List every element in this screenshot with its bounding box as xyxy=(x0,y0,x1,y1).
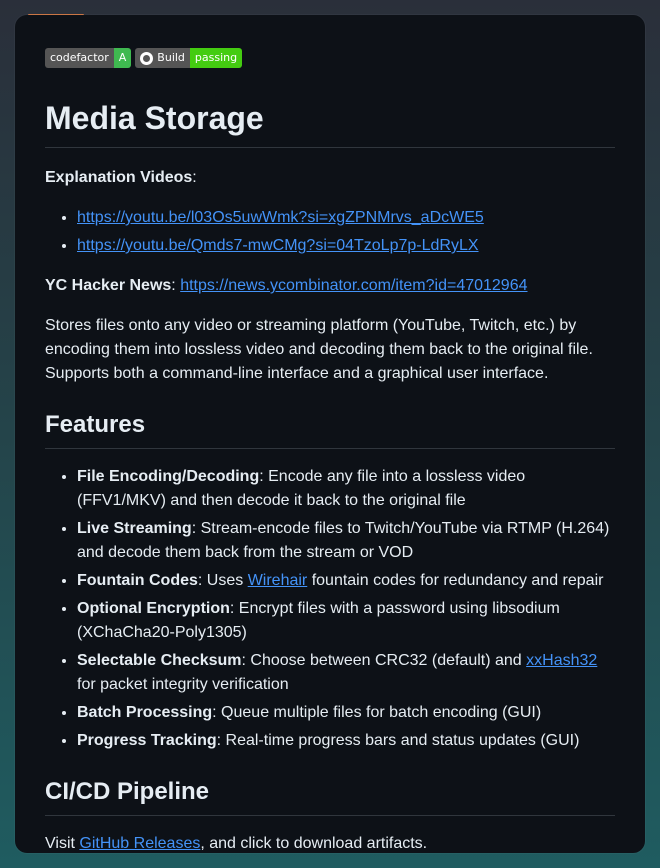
codefactor-badge[interactable]: codefactor A xyxy=(45,48,132,68)
feature-title: Batch Processing xyxy=(77,704,213,721)
feature-item: File Encoding/Decoding: Encode any file … xyxy=(77,465,615,513)
badge-label: codefactor xyxy=(45,48,114,68)
cicd-heading: CI/CD Pipeline xyxy=(45,777,615,816)
feature-text: : Real-time progress bars and status upd… xyxy=(216,732,580,749)
yc-label: YC Hacker News xyxy=(45,277,172,294)
build-badge[interactable]: Build passing xyxy=(135,48,243,68)
video-link-2[interactable]: https://youtu.be/Qmds7-mwCMg?si=04TzoLp7… xyxy=(77,237,479,254)
explanation-videos-label: Explanation Videos: xyxy=(45,166,615,190)
feature-text: : Uses xyxy=(197,572,248,589)
github-icon xyxy=(140,51,154,65)
list-item: https://youtu.be/l03Os5uwWmk?si=xgZPNMrv… xyxy=(77,206,615,230)
feature-item: Optional Encryption: Encrypt files with … xyxy=(77,597,615,645)
cicd-post: , and click to download artifacts. xyxy=(200,835,428,852)
yc-hacker-news-line: YC Hacker News: https://news.ycombinator… xyxy=(45,274,615,298)
feature-text: for packet integrity verification xyxy=(77,676,289,693)
wirehair-link[interactable]: Wirehair xyxy=(248,572,308,589)
feature-title: Optional Encryption xyxy=(77,600,230,617)
badge-row: codefactor A Build passing xyxy=(45,48,615,68)
cicd-paragraph: Visit GitHub Releases, and click to down… xyxy=(45,832,615,853)
feature-text: fountain codes for redundancy and repair xyxy=(307,572,604,589)
badge-label: Build xyxy=(157,51,185,64)
list-item: https://youtu.be/Qmds7-mwCMg?si=04TzoLp7… xyxy=(77,234,615,258)
explanation-label-strong: Explanation Videos xyxy=(45,169,193,186)
readme-content: codefactor A Build passing Media Storage… xyxy=(15,15,645,853)
feature-title: Selectable Checksum xyxy=(77,652,242,669)
feature-title: Fountain Codes xyxy=(77,572,198,589)
features-heading: Features xyxy=(45,410,615,449)
cicd-pre: Visit xyxy=(45,835,80,852)
feature-title: Progress Tracking xyxy=(77,732,217,749)
feature-item: Progress Tracking: Real-time progress ba… xyxy=(77,729,615,753)
feature-text: : Queue multiple files for batch encodin… xyxy=(212,704,542,721)
video-link-1[interactable]: https://youtu.be/l03Os5uwWmk?si=xgZPNMrv… xyxy=(77,209,484,226)
explanation-colon: : xyxy=(192,169,197,186)
yc-link[interactable]: https://news.ycombinator.com/item?id=470… xyxy=(180,277,527,294)
yc-separator: : xyxy=(171,277,181,294)
feature-item: Selectable Checksum: Choose between CRC3… xyxy=(77,649,615,697)
badge-label-wrap: Build xyxy=(135,48,190,68)
readme-card: codefactor A Build passing Media Storage… xyxy=(15,15,645,853)
video-links-list: https://youtu.be/l03Os5uwWmk?si=xgZPNMrv… xyxy=(45,206,615,258)
feature-title: Live Streaming xyxy=(77,520,192,537)
page-title: Media Storage xyxy=(45,99,615,148)
badge-value: A xyxy=(113,48,132,68)
github-releases-link[interactable]: GitHub Releases xyxy=(79,835,200,852)
feature-item: Fountain Codes: Uses Wirehair fountain c… xyxy=(77,569,615,593)
features-list: File Encoding/Decoding: Encode any file … xyxy=(45,465,615,753)
feature-text: : Choose between CRC32 (default) and xyxy=(241,652,527,669)
xxhash32-link[interactable]: xxHash32 xyxy=(526,652,597,669)
feature-item: Batch Processing: Queue multiple files f… xyxy=(77,701,615,725)
feature-item: Live Streaming: Stream-encode files to T… xyxy=(77,517,615,565)
description-paragraph: Stores files onto any video or streaming… xyxy=(45,317,593,382)
feature-title: File Encoding/Decoding xyxy=(77,468,260,485)
badge-value: passing xyxy=(189,48,243,68)
